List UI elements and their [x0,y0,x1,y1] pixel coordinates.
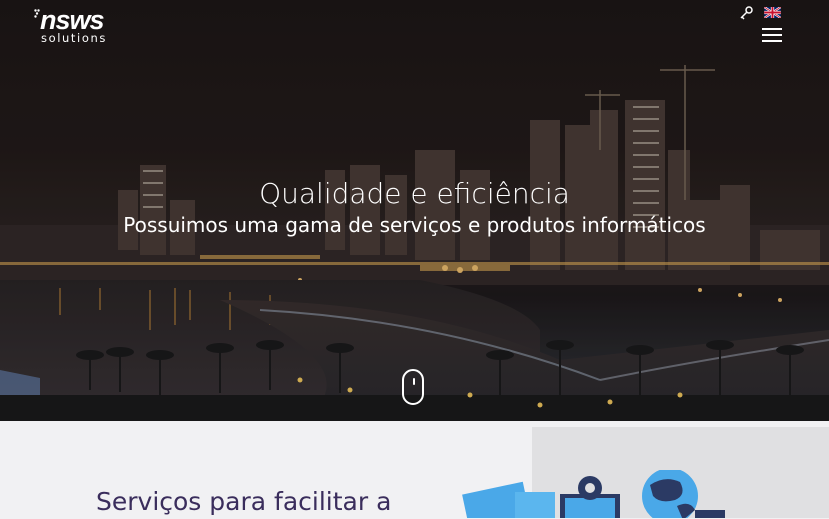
key-icon[interactable] [738,5,754,21]
logo-wordmark: nsws [40,5,105,35]
nsws-logo[interactable]: nsws solutions [34,5,134,45]
scroll-down-mouse-icon[interactable] [402,369,424,405]
logo-tagline: solutions [41,31,107,45]
services-illustration [462,470,725,518]
hero-banner: nsws solutions Qualidade e eficiência Po… [0,0,829,421]
hamburger-menu-icon[interactable] [762,28,782,42]
hero-subtitle: Possuimos uma gama de serviços e produto… [123,213,706,237]
services-heading: Serviços para facilitar a [96,487,392,516]
hero-title: Qualidade e eficiência [259,177,570,210]
uk-flag-icon[interactable] [764,7,781,18]
